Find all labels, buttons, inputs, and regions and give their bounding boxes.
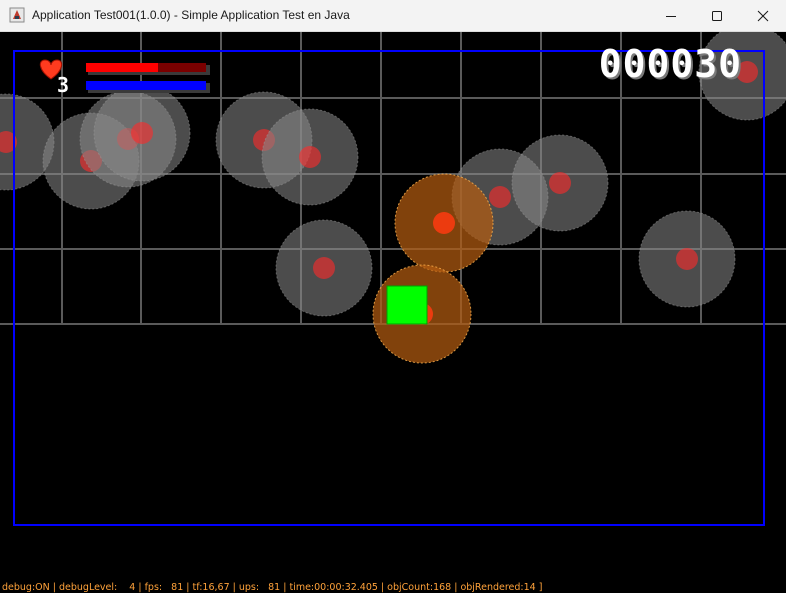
maximize-icon (712, 10, 722, 21)
java-app-icon (9, 7, 25, 23)
game-scene (0, 32, 786, 526)
game-canvas[interactable]: 3 000030 debug:ON | debugLevel: 4 | fps:… (0, 32, 786, 593)
window-title: Application Test001(1.0.0) - Simple Appl… (32, 8, 350, 22)
debug-info: debug:ON | debugLevel: 4 | fps: 81 | tf:… (2, 582, 543, 593)
close-icon (757, 10, 769, 21)
maximize-button[interactable] (694, 0, 740, 31)
minimize-button[interactable] (648, 0, 694, 31)
health-bar-fill (86, 63, 158, 72)
enemy (261, 108, 359, 206)
enemy (93, 84, 191, 182)
close-button[interactable] (740, 0, 786, 31)
score-display: 000030 (598, 42, 742, 86)
lives-count: 3 (57, 73, 70, 97)
enemy (511, 134, 609, 232)
energy-bar-fill (86, 81, 206, 90)
colliding-enemy (394, 173, 494, 273)
minimize-icon (666, 15, 676, 17)
enemy (275, 219, 373, 317)
player-square (386, 285, 428, 325)
window-titlebar: Application Test001(1.0.0) - Simple Appl… (0, 0, 786, 32)
enemy (638, 210, 736, 308)
